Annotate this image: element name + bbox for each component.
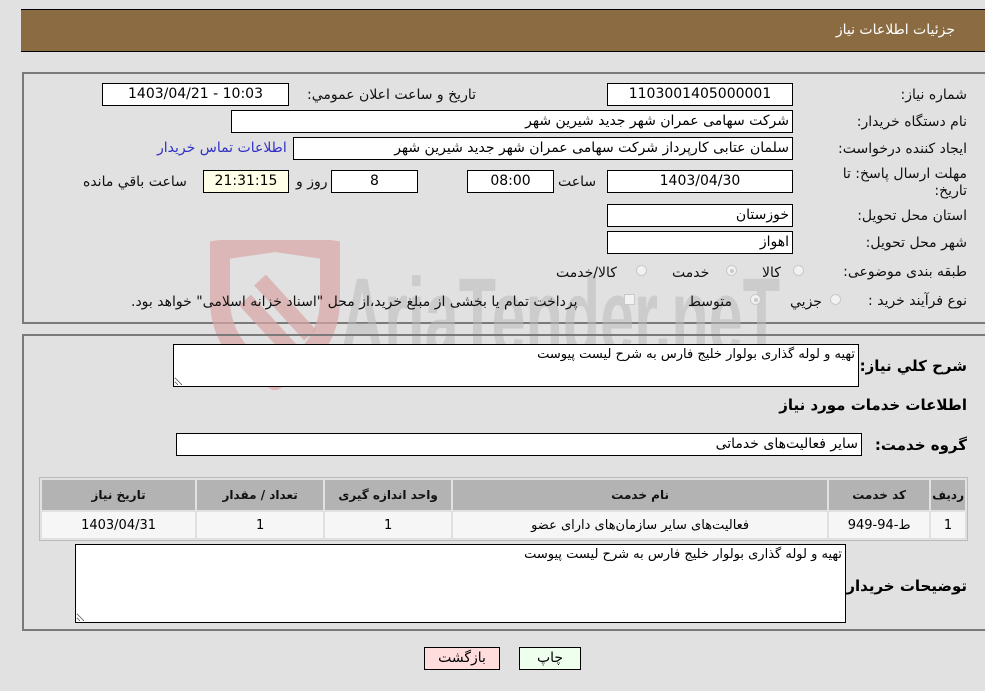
back-button[interactable]: بازگشت: [424, 647, 500, 670]
remaining-time-label: ساعت باقي مانده: [83, 174, 187, 190]
col-header-quantity: تعداد / مقدار: [197, 480, 324, 510]
page-header: جزئیات اطلاعات نیاز: [21, 9, 985, 52]
service-group-field[interactable]: سایر فعالیت‌های خدماتی: [176, 433, 862, 456]
purchase-option-minor: جزيي: [790, 294, 822, 310]
buyer-contact-link[interactable]: اطلاعات تماس خریدار: [157, 140, 287, 156]
deadline-label-line1: مهلت ارسال پاسخ: تا: [842, 166, 967, 182]
print-button[interactable]: چاپ: [519, 647, 581, 670]
col-header-row-number: ردیف: [931, 480, 965, 510]
cell-row-number: 1: [931, 512, 965, 538]
col-header-service-name: نام خدمت: [453, 480, 828, 510]
category-radio-goods-service[interactable]: [636, 265, 647, 276]
buyer-notes-textarea[interactable]: تهیه و لوله گذاری بولوار خلیج فارس به شر…: [75, 544, 846, 623]
province-label: استان محل تحویل:: [857, 208, 967, 224]
requester-label: ایجاد کننده درخواست:: [838, 141, 967, 157]
summary-label: شرح كلي نياز:: [859, 357, 967, 375]
buyer-notes-label: توضیحات خریدار:: [840, 577, 967, 595]
requester-field[interactable]: سلمان عتابی کارپرداز شرکت سهامی عمران شه…: [293, 137, 793, 160]
col-header-need-date: تاریخ نیاز: [42, 480, 196, 510]
category-option-goods-service: کالا/خدمت: [556, 265, 617, 281]
buyer-org-field[interactable]: شرکت سهامی عمران شهر جدید شیرین شهر: [231, 110, 793, 133]
days-label: روز و: [296, 174, 328, 190]
services-heading: اطلاعات خدمات مورد نياز: [779, 396, 967, 414]
deadline-time-label: ساعت: [558, 174, 597, 190]
remaining-time-field[interactable]: 21:31:15: [203, 170, 289, 193]
treasury-checkbox[interactable]: [624, 294, 635, 305]
city-field[interactable]: اهواز: [607, 231, 793, 254]
services-table: ردیف کد خدمت نام خدمت واحد اندازه گیری ت…: [39, 477, 968, 541]
remaining-days-field[interactable]: 8: [331, 170, 418, 193]
table-row: 1 ط-94-949 فعالیت‌های سایر سازمان‌های دا…: [42, 512, 965, 538]
col-header-unit: واحد اندازه گیری: [325, 480, 452, 510]
need-number-field[interactable]: 1103001405000001: [607, 83, 793, 106]
need-number-label: شماره نیاز:: [900, 87, 968, 103]
cell-quantity: 1: [197, 512, 324, 538]
cell-need-date: 1403/04/31: [42, 512, 196, 538]
treasury-note: پرداخت تمام یا بخشی از مبلغ خرید،از محل …: [131, 294, 578, 310]
deadline-time-field[interactable]: 08:00: [467, 170, 554, 193]
purchase-option-medium: متوسط: [688, 294, 732, 310]
province-field[interactable]: خوزستان: [607, 204, 793, 227]
table-header-row: ردیف کد خدمت نام خدمت واحد اندازه گیری ت…: [42, 480, 965, 510]
deadline-label-line2: تاریخ:: [934, 183, 967, 199]
announce-datetime-field[interactable]: 1403/04/21 - 10:03: [102, 83, 289, 106]
cell-service-code: ط-94-949: [829, 512, 930, 538]
deadline-date-field[interactable]: 1403/04/30: [607, 170, 793, 193]
deadline-label: مهلت ارسال پاسخ: تا تاریخ:: [843, 166, 967, 200]
cell-service-name: فعالیت‌های سایر سازمان‌های دارای عضو: [453, 512, 828, 538]
summary-textarea[interactable]: تهیه و لوله گذاری بولوار خلیج فارس به شر…: [173, 344, 859, 387]
category-option-service: خدمت: [672, 265, 710, 281]
cell-unit: 1: [325, 512, 452, 538]
category-option-goods: کالا: [762, 265, 781, 281]
category-radio-service[interactable]: [726, 265, 737, 276]
col-header-service-code: کد خدمت: [829, 480, 930, 510]
category-radio-goods[interactable]: [793, 265, 804, 276]
services-table-wrap: ردیف کد خدمت نام خدمت واحد اندازه گیری ت…: [39, 477, 968, 541]
purchase-type-label: نوع فرآیند خرید :: [868, 293, 967, 309]
announce-datetime-label: تاریخ و ساعت اعلان عمومي:: [307, 87, 476, 103]
service-group-label: گروه خدمت:: [874, 436, 967, 454]
city-label: شهر محل تحویل:: [865, 235, 967, 251]
page-title: جزئیات اطلاعات نیاز: [835, 22, 955, 38]
buyer-org-label: نام دستگاه خریدار:: [856, 114, 967, 130]
category-label: طبقه بندی موضوعی:: [843, 264, 967, 280]
purchase-radio-minor[interactable]: [830, 294, 841, 305]
purchase-radio-medium[interactable]: [750, 294, 761, 305]
